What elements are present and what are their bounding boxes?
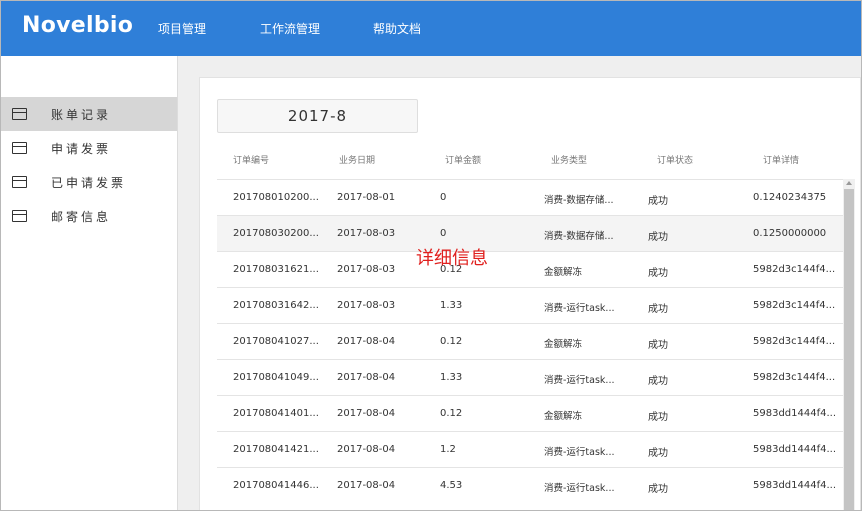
sidebar: 账单记录 申请发票 已申请发票 邮寄信息 <box>1 56 178 510</box>
column-header-order-details: 订单详情 <box>763 156 800 166</box>
cell-order-status: 成功 <box>648 448 668 459</box>
cell-business-date: 2017-08-04 <box>337 408 396 419</box>
card-icon <box>12 108 27 120</box>
column-header-business-date: 业务日期 <box>339 156 376 166</box>
table-row[interactable]: 201708041421... 2017-08-04 1.2 消费-运行task...… <box>217 431 844 467</box>
sidebar-item-label: 邮寄信息 <box>51 209 112 224</box>
cell-order-status: 成功 <box>648 196 668 207</box>
sidebar-item-label: 账单记录 <box>51 107 112 122</box>
sidebar-item-label: 已申请发票 <box>51 175 127 190</box>
cell-order-amount: 1.33 <box>440 300 463 311</box>
cell-order-amount: 0 <box>440 192 447 203</box>
cell-business-type: 金额解冻 <box>544 339 583 350</box>
vertical-scrollbar[interactable] <box>843 179 855 510</box>
cell-order-amount: 1.2 <box>440 444 456 455</box>
cell-business-date: 2017-08-04 <box>337 336 396 347</box>
cell-business-type: 金额解冻 <box>544 411 583 422</box>
cell-order-amount: 0 <box>440 228 447 239</box>
column-header-order-id: 订单编号 <box>233 156 270 166</box>
cell-order-id: 201708031621... <box>233 264 319 275</box>
month-selector-button[interactable]: 2017-8 <box>217 99 418 133</box>
cell-order-amount: 0.12 <box>440 336 463 347</box>
cell-order-status: 成功 <box>648 232 668 243</box>
cell-order-details: 5983dd1444f4... <box>753 480 837 491</box>
cell-order-details: 5982d3c144f4... <box>753 264 836 275</box>
cell-order-details: 0.1250000000 <box>753 228 827 239</box>
cell-business-date: 2017-08-03 <box>337 300 396 311</box>
nav-item-projects[interactable]: 项目管理 <box>158 20 206 37</box>
cell-business-type: 消费-运行task... <box>544 303 615 314</box>
sidebar-item-billing-records[interactable]: 账单记录 <box>1 97 177 131</box>
cell-order-details: 5983dd1444f4... <box>753 408 837 419</box>
cell-order-amount: 0.12 <box>440 408 463 419</box>
sidebar-item-mailing-info[interactable]: 邮寄信息 <box>1 199 177 233</box>
cell-order-id: 201708041049... <box>233 372 319 383</box>
cell-order-id: 201708010200... <box>233 192 319 203</box>
table-row[interactable]: 201708041049... 2017-08-04 1.33 消费-运行task..… <box>217 359 844 395</box>
column-header-order-status: 订单状态 <box>657 156 694 166</box>
cell-order-id: 201708041446... <box>233 480 319 491</box>
cell-order-id: 201708041401... <box>233 408 319 419</box>
cell-order-status: 成功 <box>648 268 668 279</box>
cell-order-amount: 1.33 <box>440 372 463 383</box>
cell-business-date: 2017-08-04 <box>337 372 396 383</box>
top-nav-bar: Novelbio 项目管理 工作流管理 帮助文档 <box>1 1 861 56</box>
cell-order-id: 201708031642... <box>233 300 319 311</box>
cell-order-status: 成功 <box>648 412 668 423</box>
table-row[interactable]: 201708041027... 2017-08-04 0.12 金额解冻 成功 5982d… <box>217 323 844 359</box>
nav-item-help-docs[interactable]: 帮助文档 <box>373 20 421 37</box>
cell-business-date: 2017-08-03 <box>337 228 396 239</box>
cell-business-date: 2017-08-01 <box>337 192 396 203</box>
table-row[interactable]: 201708041401... 2017-08-04 0.12 金额解冻 成功 5983d… <box>217 395 844 431</box>
cell-order-status: 成功 <box>648 484 668 495</box>
column-header-order-amount: 订单金额 <box>445 156 482 166</box>
cell-business-type: 金额解冻 <box>544 267 583 278</box>
card-icon <box>12 210 27 222</box>
main-content: 2017-8 订单编号 业务日期 订单金额 业务类型 订单状态 订单详情 201… <box>178 56 861 510</box>
cell-business-date: 2017-08-04 <box>337 444 396 455</box>
cell-order-status: 成功 <box>648 340 668 351</box>
cell-business-type: 消费-运行task... <box>544 447 615 458</box>
cell-business-date: 2017-08-04 <box>337 480 396 491</box>
cell-business-type: 消费-运行task... <box>544 483 615 494</box>
table-row[interactable]: 201708031642... 2017-08-03 1.33 消费-运行task..… <box>217 287 844 323</box>
table-header: 订单编号 业务日期 订单金额 业务类型 订单状态 订单详情 <box>217 149 857 179</box>
cell-business-type: 消费-运行task... <box>544 375 615 386</box>
table-body: 201708010200... 2017-08-01 0 消费-数据存储... 成功 0.… <box>217 179 844 510</box>
card-icon <box>12 176 27 188</box>
cell-order-details: 5982d3c144f4... <box>753 300 836 311</box>
cell-order-details: 5982d3c144f4... <box>753 372 836 383</box>
billing-card: 2017-8 订单编号 业务日期 订单金额 业务类型 订单状态 订单详情 201… <box>199 77 861 510</box>
cell-order-details: 5982d3c144f4... <box>753 336 836 347</box>
cell-business-date: 2017-08-03 <box>337 264 396 275</box>
sidebar-item-applied-invoices[interactable]: 已申请发票 <box>1 165 177 199</box>
card-icon <box>12 142 27 154</box>
nav-item-workflows[interactable]: 工作流管理 <box>260 20 320 37</box>
detail-info-annotation: 详细信息 <box>416 248 488 269</box>
table-row[interactable]: 201708031621... 2017-08-03 0.12 金额解冻 成功 5982d… <box>217 251 844 287</box>
cell-order-details: 5983dd1444f4... <box>753 444 837 455</box>
scroll-up-arrow-icon[interactable] <box>846 181 852 185</box>
cell-order-status: 成功 <box>648 304 668 315</box>
cell-order-amount: 4.53 <box>440 480 463 491</box>
table-row[interactable]: 201708030200... 2017-08-03 0 消费-数据存储... 成功 0.… <box>217 215 844 251</box>
app-logo[interactable]: Novelbio <box>22 13 133 38</box>
sidebar-item-apply-invoice[interactable]: 申请发票 <box>1 131 177 165</box>
cell-business-type: 消费-数据存储... <box>544 195 614 206</box>
table-row[interactable]: 201708041446... 2017-08-04 4.53 消费-运行task..… <box>217 467 844 503</box>
sidebar-item-label: 申请发票 <box>51 141 112 156</box>
cell-order-id: 201708041421... <box>233 444 319 455</box>
scrollbar-thumb[interactable] <box>844 189 854 510</box>
cell-order-details: 0.1240234375 <box>753 192 827 203</box>
cell-order-id: 201708041027... <box>233 336 319 347</box>
cell-business-type: 消费-数据存储... <box>544 231 614 242</box>
table-row[interactable]: 201708010200... 2017-08-01 0 消费-数据存储... 成功 0.… <box>217 179 844 215</box>
app-window: Novelbio 项目管理 工作流管理 帮助文档 账单记录 申请发票 已申请发票… <box>0 0 862 511</box>
cell-order-status: 成功 <box>648 376 668 387</box>
column-header-business-type: 业务类型 <box>551 156 588 166</box>
cell-order-id: 201708030200... <box>233 228 319 239</box>
